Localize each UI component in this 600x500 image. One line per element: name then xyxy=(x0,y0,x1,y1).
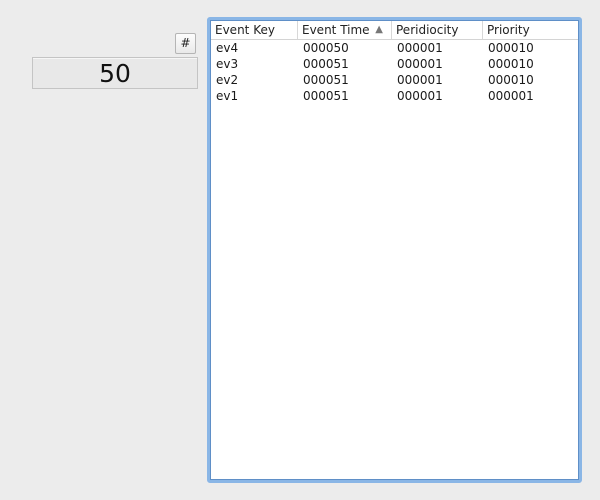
cell-peridiocity: 000001 xyxy=(397,41,443,55)
cell-peridiocity: 000001 xyxy=(397,89,443,103)
table-row[interactable]: ev1 000051 000001 000001 xyxy=(211,88,578,104)
event-table-focus-border: Event Key Event Time ▲ Peridiocity Prior… xyxy=(210,20,579,480)
cell-event-key: ev1 xyxy=(216,89,239,103)
counter-display: 50 xyxy=(32,57,198,89)
cell-event-key: ev2 xyxy=(216,73,239,87)
column-header-label: Peridiocity xyxy=(396,23,459,37)
cell-event-key: ev3 xyxy=(216,57,239,71)
table-row[interactable]: ev3 000051 000001 000010 xyxy=(211,56,578,72)
cell-peridiocity: 000001 xyxy=(397,73,443,87)
cell-event-time: 000051 xyxy=(303,89,349,103)
app-window: # 50 Event Key Event Time ▲ Peridiocity … xyxy=(0,0,600,500)
column-header-label: Priority xyxy=(487,23,530,37)
column-header-event-key[interactable]: Event Key xyxy=(211,21,298,39)
hash-button[interactable]: # xyxy=(175,33,196,54)
cell-priority: 000010 xyxy=(488,73,534,87)
cell-priority: 000001 xyxy=(488,89,534,103)
cell-event-time: 000051 xyxy=(303,73,349,87)
event-table[interactable]: Event Key Event Time ▲ Peridiocity Prior… xyxy=(207,17,582,483)
cell-priority: 000010 xyxy=(488,41,534,55)
table-row[interactable]: ev4 000050 000001 000010 xyxy=(211,40,578,56)
cell-event-key: ev4 xyxy=(216,41,239,55)
cell-priority: 000010 xyxy=(488,57,534,71)
column-header-label: Event Key xyxy=(215,23,275,37)
cell-peridiocity: 000001 xyxy=(397,57,443,71)
table-body: ev4 000050 000001 000010 ev3 000051 0000… xyxy=(211,40,578,104)
cell-event-time: 000050 xyxy=(303,41,349,55)
column-header-event-time[interactable]: Event Time ▲ xyxy=(298,21,392,39)
column-header-peridiocity[interactable]: Peridiocity xyxy=(392,21,483,39)
column-header-priority[interactable]: Priority xyxy=(483,21,578,39)
column-header-label: Event Time xyxy=(302,23,370,37)
table-header: Event Key Event Time ▲ Peridiocity Prior… xyxy=(211,21,578,40)
table-row[interactable]: ev2 000051 000001 000010 xyxy=(211,72,578,88)
cell-event-time: 000051 xyxy=(303,57,349,71)
sort-ascending-icon: ▲ xyxy=(375,24,383,35)
